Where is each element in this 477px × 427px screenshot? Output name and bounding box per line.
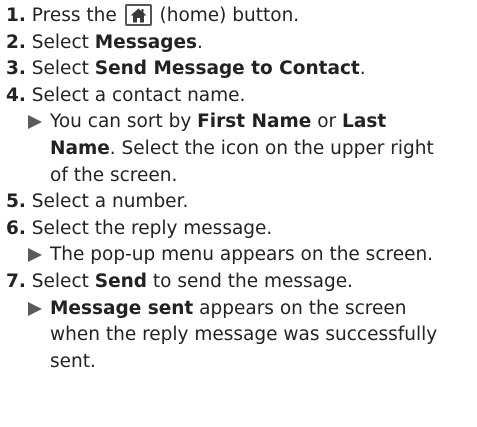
note-text: when the reply message was successfully [50,324,438,346]
home-icon [124,4,152,26]
step-text: Select a number. [31,191,189,213]
note-text: . Select the icon on the upper right [109,137,434,159]
step-number: 6. [6,217,26,239]
step-text: . [359,58,366,80]
menu-item-send-message-to-contact: Send Message to Contact [94,58,360,80]
step-7-note-cont: sent. [6,349,471,376]
step-number: 3. [6,58,26,80]
button-label-send: Send [94,270,148,292]
bullet-arrow-icon [28,242,44,269]
note-text: You can sort by [50,111,198,133]
sort-option-first-name: First Name [197,111,312,133]
note-text: appears on the screen [193,297,407,319]
step-text: . [197,31,203,53]
step-7: 7. Select Send to send the message. [6,269,471,296]
note-text: or [311,111,343,133]
step-text: Select [31,31,95,53]
step-number: 7. [6,270,26,292]
note-text: The pop-up menu appears on the screen. [50,244,434,266]
note-text: of the screen. [50,164,178,186]
step-text: Select a contact name. [31,84,246,106]
sort-option-last-name-part2: Name [50,137,110,159]
step-text: Select the reply message. [31,217,273,239]
bullet-arrow-icon [28,296,44,323]
step-number: 4. [6,84,26,106]
step-number: 1. [6,5,26,26]
step-5: 5. Select a number. [6,189,471,216]
step-text: to send the message. [147,270,354,292]
step-2: 2. Select Messages. [6,30,471,57]
step-1: 1. Press the (home) button. [6,3,471,30]
step-6-note: The pop-up menu appears on the screen. [6,242,471,269]
step-4-note-cont: Name. Select the icon on the upper right [6,136,471,163]
menu-item-messages: Messages [94,31,198,53]
step-6: 6. Select the reply message. [6,216,471,243]
step-4: 4. Select a contact name. [6,83,471,110]
instruction-list: 1. Press the (home) button. 2. Select Me… [0,0,477,427]
step-text: Press the [31,5,117,26]
step-4-note-cont: of the screen. [6,163,471,190]
step-7-note-cont: when the reply message was successfully [6,322,471,349]
step-text: Select [31,58,95,80]
status-message-sent: Message sent [50,297,194,319]
step-text: (home) button. [159,5,300,26]
step-text: Select [31,270,95,292]
step-number: 5. [6,191,26,213]
step-7-note: Message sent appears on the screen [6,296,471,323]
note-text: sent. [50,350,96,372]
step-3: 3. Select Send Message to Contact. [6,56,471,83]
step-number: 2. [6,31,26,53]
sort-option-last-name-part1: Last [342,111,387,133]
bullet-arrow-icon [28,109,44,136]
step-4-note: You can sort by First Name or Last [6,109,471,136]
